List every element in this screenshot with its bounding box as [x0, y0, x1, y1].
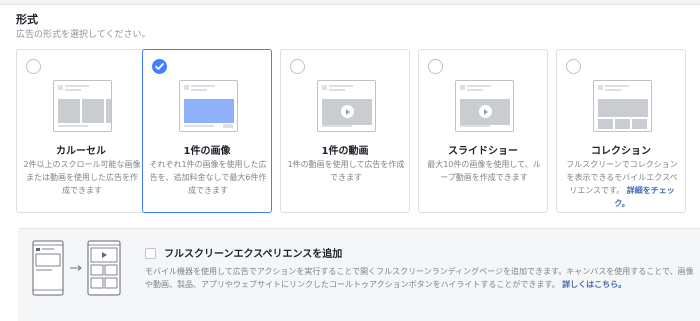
fullscreen-diagram-icon	[32, 240, 121, 296]
slideshow-thumbnail-icon	[455, 80, 514, 132]
format-title: カルーセル	[56, 146, 106, 157]
format-card-carousel[interactable]: カルーセル 2件以上のスクロール可能な画像または動画を使用した広告を作成できます	[16, 49, 146, 213]
format-title: スライドショー	[448, 146, 518, 157]
play-icon	[479, 105, 492, 118]
section-title: 形式	[16, 13, 38, 26]
format-description: 2件以上のスクロール可能な画像または動画を使用した広告を作成できます	[23, 160, 141, 195]
format-card-slideshow[interactable]: スライドショー 最大10件の画像を使用して、ループ動画を作成できます	[418, 49, 548, 213]
format-title: 1件の動画	[321, 146, 369, 157]
format-card-collection[interactable]: コレクション フルスクリーンでコレクションを表示できるモバイルエクスペリエンスで…	[556, 49, 686, 213]
format-radio-single-image[interactable]	[152, 59, 167, 74]
format-radio-slideshow[interactable]	[428, 59, 443, 74]
format-title: コレクション	[591, 146, 651, 157]
single-video-thumbnail-icon	[317, 80, 376, 132]
format-card-single-video[interactable]: 1件の動画 1件の動画を使用して広告を作成できます	[280, 49, 410, 213]
format-description: 最大10件の画像を使用して、ループ動画を作成できます	[427, 160, 541, 182]
single-image-thumbnail-icon	[179, 80, 238, 132]
format-description: 1件の動画を使用して広告を作成できます	[287, 160, 405, 182]
fullscreen-experience-checkbox[interactable]	[145, 248, 156, 259]
top-divider	[0, 0, 700, 5]
format-description: それぞれ1件の画像を使用した広告を、追加料金なしで最大6件作成できます	[149, 160, 267, 195]
fullscreen-experience-description: モバイル機器を使用して広告でアクションを実行することで開くフルスクリーンランディ…	[145, 265, 695, 291]
format-card-single-image[interactable]: 1件の画像 それぞれ1件の画像を使用した広告を、追加料金なしで最大6件作成できま…	[142, 49, 272, 213]
format-radio-carousel[interactable]	[26, 59, 41, 74]
collection-thumbnail-icon	[593, 80, 652, 132]
format-radio-collection[interactable]	[566, 59, 581, 74]
play-icon	[341, 105, 354, 118]
format-description: フルスクリーンでコレクションを表示できるモバイルエクスペリエンスです。 詳細をチ…	[563, 158, 681, 210]
fullscreen-experience-label[interactable]: フルスクリーンエクスペリエンスを追加	[164, 245, 342, 260]
format-radio-single-video[interactable]	[290, 59, 305, 74]
section-subtitle: 広告の形式を選択してください。	[16, 30, 151, 40]
learn-more-link[interactable]: 詳しくはこちら。	[562, 280, 626, 289]
fullscreen-experience-panel: フルスクリーンエクスペリエンスを追加 モバイル機器を使用して広告でアクションを実…	[18, 228, 700, 321]
checkmark-icon	[155, 63, 164, 70]
learn-more-link[interactable]: 詳細をチェック。	[614, 186, 674, 208]
carousel-thumbnail-icon	[53, 80, 112, 132]
format-title: 1件の画像	[183, 146, 231, 157]
